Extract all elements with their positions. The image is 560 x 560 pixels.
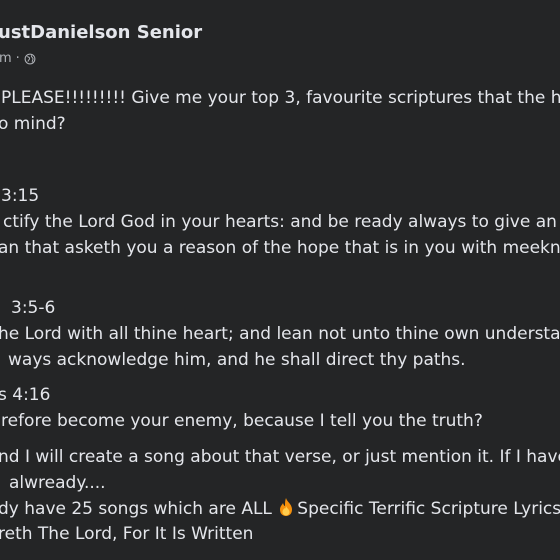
facebook-post: ustDanielson Senior m · PLEASE!!!!!!!!! …: [0, 0, 560, 560]
post-text-segment: dy have 25 songs which are ALL: [0, 499, 278, 519]
post-text-line: ways acknowledge him, and he shall direc…: [8, 350, 466, 370]
post-author-name[interactable]: ustDanielson Senior: [0, 22, 202, 43]
meta-separator: ·: [15, 51, 20, 66]
post-text-line: ctify the Lord God in your hearts: and b…: [3, 212, 560, 232]
post-text-line: dy have 25 songs which are ALL Specific …: [0, 497, 560, 520]
post-text-line: o mind?: [0, 114, 66, 134]
post-text-line: he Lord with all thine heart; and lean n…: [0, 324, 560, 344]
globe-icon[interactable]: [24, 53, 36, 65]
post-text-line: [0, 147, 6, 165]
post-text-segment: Specific Terrific Scripture Lyrics: [297, 499, 560, 519]
post-text-line: alwready....: [9, 473, 106, 493]
post-text-line: reth The Lord, For It Is Written: [0, 524, 254, 544]
post-text-line: 3:5-6: [11, 298, 56, 318]
post-text-line: PLEASE!!!!!!!!! Give me your top 3, favo…: [1, 88, 560, 108]
post-meta: m ·: [0, 51, 36, 66]
post-text-line: refore become your enemy, because I tell…: [1, 411, 483, 431]
post-text-line: 3:15: [1, 186, 40, 206]
post-text-line: s 4:16: [0, 385, 51, 405]
fire-emoji-icon: [280, 498, 293, 516]
post-text-line: an that asketh you a reason of the hope …: [0, 238, 560, 258]
post-timestamp[interactable]: m: [0, 51, 12, 66]
post-text-line: nd I will create a song about that verse…: [0, 447, 560, 467]
